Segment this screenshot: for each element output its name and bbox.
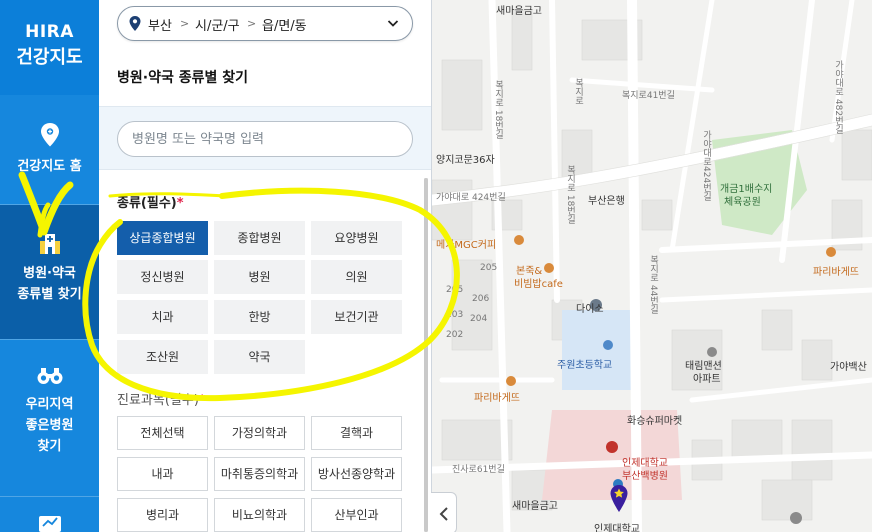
search-input[interactable] xyxy=(117,121,413,157)
map-label-road: 진사로61번길 xyxy=(452,465,505,475)
building-number: 206 xyxy=(472,294,490,304)
dept-option-select-all[interactable]: 전체선택 xyxy=(117,416,208,450)
region-district[interactable]: 시/군/구 xyxy=(195,15,240,34)
hospital-star-marker-icon[interactable] xyxy=(609,484,629,514)
map-label-poi[interactable]: 새마을금고 xyxy=(496,2,542,17)
left-rail: HIRA 건강지도 건강지도 홈 병원·약국 종류별 찾기 우리지역 좋은병원 xyxy=(0,0,99,532)
nav-item-more[interactable] xyxy=(0,510,99,532)
nav-label-home: 건강지도 홈 xyxy=(17,159,82,174)
type-option-oriental-medicine[interactable]: 한방 xyxy=(214,300,305,334)
region-city[interactable]: 부산 xyxy=(148,15,172,34)
nav-label-good-2: 좋은병원 xyxy=(25,418,74,433)
nav-label-type-1: 병원·약국 xyxy=(23,266,76,281)
type-option-midwifery[interactable]: 조산원 xyxy=(117,340,208,374)
nav-label-good-3: 찾기 xyxy=(37,439,62,454)
chevron-down-icon[interactable] xyxy=(386,16,400,30)
type-option-clinic[interactable]: 의원 xyxy=(311,260,402,294)
building-number: 202 xyxy=(446,330,464,340)
type-option-nursing-hospital[interactable]: 요양병원 xyxy=(311,221,402,255)
required-mark: * xyxy=(198,393,206,408)
map-label-road: 복지로41번길 xyxy=(622,91,675,101)
type-option-health-center[interactable]: 보건기관 xyxy=(311,300,402,334)
dept-option-internal-medicine[interactable]: 내과 xyxy=(117,457,208,491)
dept-label-text: 진료과목(필수) xyxy=(117,393,199,408)
hospital-building-icon xyxy=(39,234,60,254)
chart-icon xyxy=(38,516,61,532)
dept-section-label: 진료과목(필수)* xyxy=(117,389,205,408)
map-label-hospital[interactable]: 부산백병원 xyxy=(622,467,668,482)
map-label-park[interactable]: 체육공원 xyxy=(724,193,761,208)
map-label-poi[interactable]: 아파트 xyxy=(693,370,721,385)
map-label-school[interactable]: 주원초등학교 xyxy=(557,356,612,371)
logo-line2: 건강지도 xyxy=(16,47,83,68)
map-label-poi[interactable]: 새마을금고 xyxy=(512,497,558,512)
nav-label-good-1: 우리지역 xyxy=(25,397,74,412)
rail-divider xyxy=(0,496,99,497)
dept-option-anesthesiology[interactable]: 마취통증의학과 xyxy=(214,457,305,491)
map-label-poi[interactable]: 인제대학교 xyxy=(594,520,640,532)
building-number: 205 xyxy=(480,263,498,273)
map-canvas[interactable]: 새마을금고 복지로41번길 가야대로 424번길 양지코문36자 부산은행 개금… xyxy=(432,0,872,532)
region-selector[interactable]: 부산 > 시/군/구 > 읍/면/동 xyxy=(117,6,413,41)
type-option-tertiary-hospital[interactable]: 상급종합병원 xyxy=(117,221,208,255)
chevron-right-icon: > xyxy=(180,17,190,30)
type-option-general-hospital[interactable]: 종합병원 xyxy=(214,221,305,255)
type-label-text: 종류(필수) xyxy=(117,196,177,211)
map-road-label: 가야대로424번길 xyxy=(701,130,711,202)
nav-item-type-search[interactable]: 병원·약국 종류별 찾기 xyxy=(0,205,99,339)
map-road-label: 복지로 xyxy=(573,78,583,105)
map-label-poi[interactable]: 화승슈퍼마켓 xyxy=(627,412,682,427)
building-number: 205 xyxy=(446,285,464,295)
dept-option-radiation-oncology[interactable]: 방사선종양학과 xyxy=(311,457,402,491)
nav-item-good-hospital[interactable]: 우리지역 좋은병원 찾기 xyxy=(0,340,99,496)
map-road-label: 복지로 44번길 xyxy=(648,255,658,315)
type-option-pharmacy[interactable]: 약국 xyxy=(214,340,305,374)
type-section-label: 종류(필수)* xyxy=(117,192,184,211)
logo-line1: HIRA xyxy=(25,22,74,42)
search-band xyxy=(99,106,431,170)
search-panel: 부산 > 시/군/구 > 읍/면/동 병원·약국 종류별 찾기 종류(필수)* … xyxy=(99,0,432,532)
hira-logo[interactable]: HIRA 건강지도 xyxy=(0,0,99,95)
panel-collapse-button[interactable] xyxy=(431,492,457,532)
map-label-road: 가야대로 424번길 xyxy=(436,193,506,203)
panel-title: 병원·약국 종류별 찾기 xyxy=(117,70,248,86)
required-mark: * xyxy=(176,196,184,211)
type-option-dental[interactable]: 치과 xyxy=(117,300,208,334)
dept-option-family-medicine[interactable]: 가정의학과 xyxy=(214,416,305,450)
binoculars-icon xyxy=(37,368,62,384)
chevron-left-icon xyxy=(439,507,448,521)
map-road-label: 가야대로 482번길 xyxy=(833,60,843,135)
map-pin-icon xyxy=(40,123,59,147)
map-label-poi[interactable]: 메가MGC커피 xyxy=(436,236,496,251)
map-label-poi[interactable]: 양지코문36자 xyxy=(436,151,495,166)
map-road-label: 복지로 18번길 xyxy=(493,80,503,140)
type-option-psychiatric-hospital[interactable]: 정신병원 xyxy=(117,260,208,294)
chevron-right-icon: > xyxy=(247,17,257,30)
location-pin-icon xyxy=(129,16,141,31)
panel-scrollbar-thumb[interactable] xyxy=(424,178,428,532)
dept-option-tuberculosis[interactable]: 결핵과 xyxy=(311,416,402,450)
region-town[interactable]: 읍/면/동 xyxy=(262,15,307,34)
map-label-poi[interactable]: 가야백산 xyxy=(830,358,867,373)
building-number: 204 xyxy=(470,314,488,324)
map-label-poi[interactable]: 파리바게뜨 xyxy=(474,389,520,404)
type-option-hospital[interactable]: 병원 xyxy=(214,260,305,294)
map-label-poi[interactable]: 파리바게뜨 xyxy=(813,263,859,278)
map-label-poi[interactable]: 부산은행 xyxy=(588,192,625,207)
nav-label-type-2: 종류별 찾기 xyxy=(17,287,82,302)
dept-option-obstetrics[interactable]: 산부인과 xyxy=(311,498,402,532)
map-label-poi[interactable]: 다이소 xyxy=(576,300,604,315)
dept-option-pathology[interactable]: 병리과 xyxy=(117,498,208,532)
nav-item-home[interactable]: 건강지도 홈 xyxy=(0,96,99,204)
map-road-label: 복지로 18번길 xyxy=(565,165,575,225)
map-label-poi[interactable]: 비빔밥cafe xyxy=(514,275,563,290)
dept-option-urology[interactable]: 비뇨의학과 xyxy=(214,498,305,532)
building-number: 203 xyxy=(446,310,464,320)
